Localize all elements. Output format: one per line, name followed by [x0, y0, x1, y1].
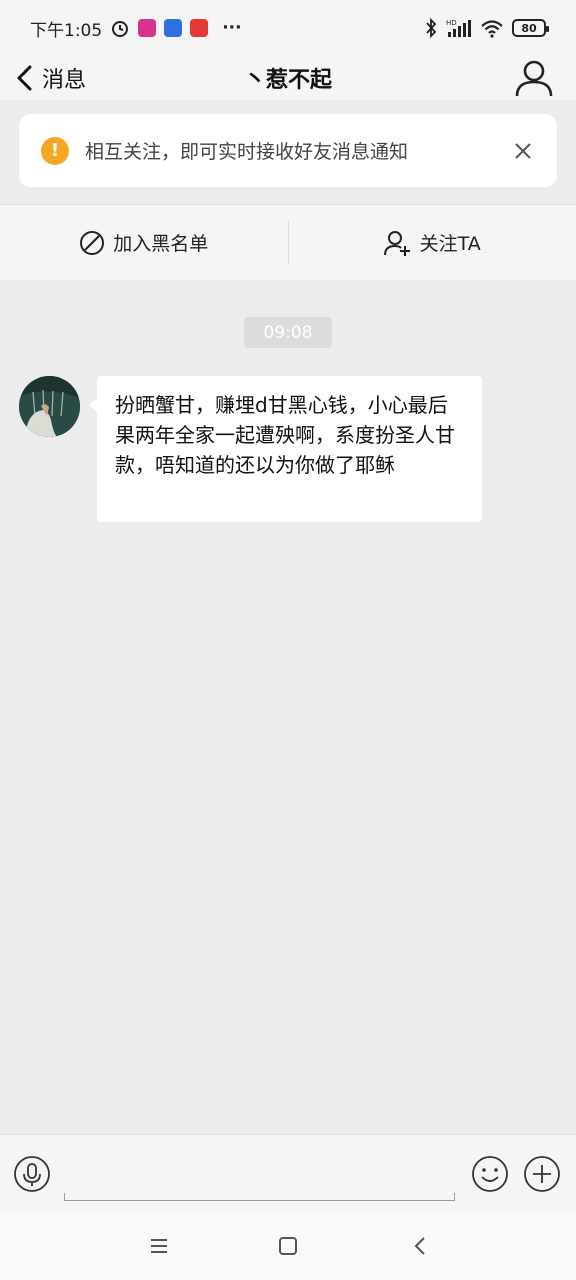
message-timestamp: 09:08: [244, 317, 332, 348]
back-label: 消息: [42, 68, 87, 93]
bluetooth-icon: [426, 18, 437, 38]
wifi-icon: [481, 20, 503, 38]
status-time: 下午1:05: [30, 20, 103, 41]
plus-icon: [524, 1156, 560, 1192]
alarm-icon: [112, 21, 129, 37]
user-icon: [515, 60, 553, 97]
microphone-icon: [14, 1156, 50, 1192]
battery-icon: 80: [512, 19, 549, 37]
follow-notice: ! 相互关注，即可实时接收好友消息通知: [19, 114, 557, 187]
smiley-icon: [472, 1156, 508, 1192]
menu-icon: [151, 1239, 167, 1253]
action-bar: 加入黑名单 关注TA: [0, 204, 576, 280]
message-text: 扮晒蟹甘，赚埋d甘黑心钱，小心最后果两年全家一起遭殃啊，系度扮圣人甘款，唔知道的…: [115, 393, 455, 477]
app-notification-icon: [164, 19, 183, 37]
chevron-left-icon: [414, 1237, 425, 1255]
input-bar: [0, 1134, 576, 1211]
blacklist-label: 加入黑名单: [113, 233, 209, 255]
signal-icon: HD: [446, 19, 471, 37]
block-icon: [80, 230, 105, 255]
chat-header: 消息 丶惹不起: [0, 56, 576, 100]
battery-level: 80: [521, 21, 537, 35]
message-bubble[interactable]: 扮晒蟹甘，赚埋d甘黑心钱，小心最后果两年全家一起遭殃啊，系度扮圣人甘款，唔知道的…: [89, 376, 482, 522]
system-nav-bar: [0, 1211, 576, 1280]
blacklist-button[interactable]: 加入黑名单: [0, 205, 288, 280]
avatar-image: [19, 376, 80, 437]
add-user-icon: [383, 230, 410, 256]
app-notification-icon: [138, 19, 157, 37]
follow-label: 关注TA: [419, 233, 481, 255]
emoji-button[interactable]: [471, 1155, 509, 1193]
more-notifications-icon: ···: [222, 18, 242, 38]
app-notification-icon: [190, 19, 209, 37]
avatar[interactable]: [19, 376, 80, 437]
follow-button[interactable]: 关注TA: [289, 205, 576, 280]
page-title: 丶惹不起: [243, 68, 332, 93]
home-nav-button[interactable]: [275, 1233, 301, 1259]
voice-button[interactable]: [13, 1155, 51, 1193]
back-nav-button[interactable]: [407, 1233, 433, 1259]
status-bar: 下午1:05 ··· HD 80: [0, 0, 576, 56]
svg-text:HD: HD: [446, 19, 457, 27]
notice-text: 相互关注，即可实时接收好友消息通知: [85, 141, 409, 163]
warning-icon: !: [41, 136, 69, 165]
back-button[interactable]: 消息: [14, 56, 86, 100]
chevron-left-icon: [17, 65, 32, 91]
close-icon: [515, 142, 531, 159]
close-notice-button[interactable]: [511, 139, 535, 163]
square-icon: [279, 1237, 297, 1255]
menu-nav-button[interactable]: [146, 1233, 172, 1259]
more-options-button[interactable]: [523, 1155, 561, 1193]
profile-button[interactable]: [514, 58, 554, 98]
input-underline: [64, 1193, 455, 1201]
